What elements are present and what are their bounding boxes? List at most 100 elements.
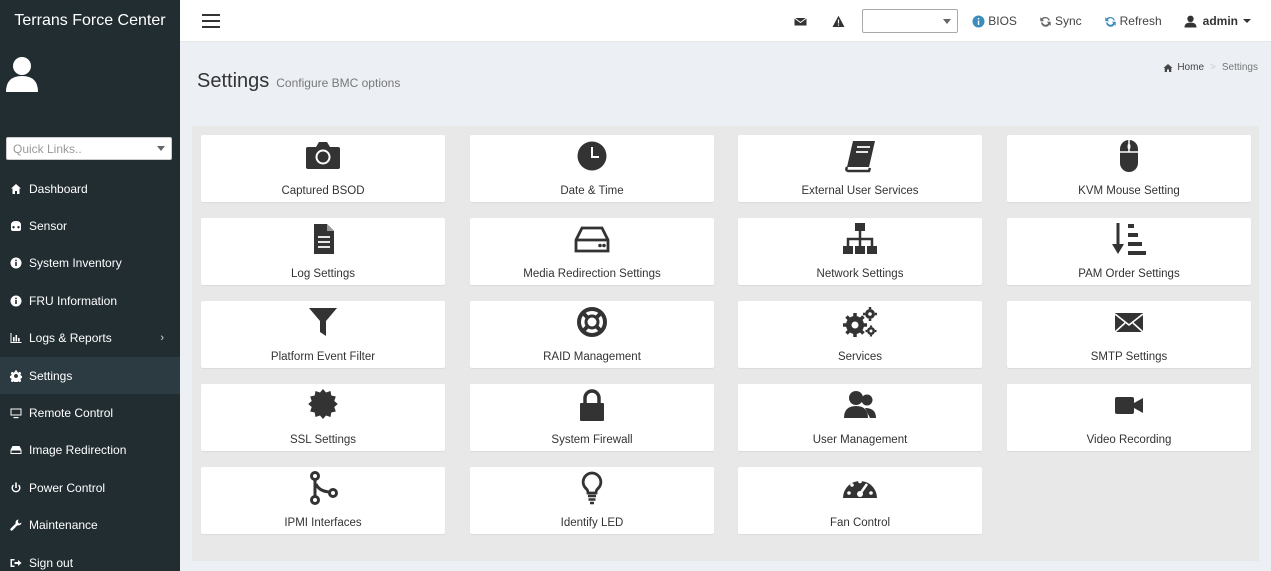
quick-links-placeholder: Quick Links.. bbox=[13, 141, 82, 156]
file-text-icon bbox=[314, 224, 334, 254]
tile-network-settings[interactable]: Network Settings bbox=[738, 218, 982, 285]
user-panel bbox=[0, 42, 180, 137]
lightbulb-icon bbox=[581, 471, 603, 505]
tile-label: Date & Time bbox=[560, 185, 624, 197]
page-subtitle: Configure BMC options bbox=[276, 76, 401, 90]
bios-button[interactable]: BIOS bbox=[972, 14, 1017, 28]
hamburger-menu-icon[interactable] bbox=[202, 14, 220, 28]
sidebar-item-sensor[interactable]: Sensor bbox=[0, 207, 180, 244]
user-menu[interactable]: admin bbox=[1184, 14, 1251, 28]
tile-identify-led[interactable]: Identify LED bbox=[470, 467, 714, 534]
sidebar-item-maintenance[interactable]: Maintenance bbox=[0, 507, 180, 544]
breadcrumb-separator: > bbox=[1210, 62, 1216, 73]
chevron-down-icon bbox=[943, 19, 952, 24]
sidebar-item-sign-out[interactable]: Sign out bbox=[0, 544, 180, 571]
host-select[interactable] bbox=[862, 9, 959, 33]
sidebar-item-label: Sensor bbox=[29, 219, 68, 234]
breadcrumb-home-link[interactable]: Home bbox=[1177, 62, 1204, 73]
tile-date-time[interactable]: Date & Time bbox=[470, 135, 714, 202]
tile-media-redirection-settings[interactable]: Media Redirection Settings bbox=[470, 218, 714, 285]
tile-label: User Management bbox=[812, 434, 908, 446]
tile-ssl-settings[interactable]: SSL Settings bbox=[201, 384, 445, 451]
sidebar: Terrans Force Center Quick Links.. Dashb… bbox=[0, 0, 180, 571]
filter-icon bbox=[309, 308, 337, 336]
tile-captured-bsod[interactable]: Captured BSOD bbox=[201, 135, 445, 202]
tile-label: RAID Management bbox=[543, 351, 641, 363]
dashboard-icon bbox=[9, 182, 23, 196]
tile-pam-order-settings[interactable]: PAM Order Settings bbox=[1007, 218, 1251, 285]
breadcrumb: Home > Settings bbox=[1163, 62, 1258, 73]
tile-label: KVM Mouse Setting bbox=[1078, 185, 1180, 197]
sync-button[interactable]: Sync bbox=[1039, 14, 1082, 28]
video-camera-icon bbox=[1115, 397, 1143, 414]
quick-links-select[interactable]: Quick Links.. bbox=[6, 137, 172, 160]
home-icon bbox=[1163, 63, 1173, 72]
app-title[interactable]: Terrans Force Center bbox=[0, 0, 180, 42]
alerts-button[interactable] bbox=[832, 15, 848, 28]
tile-label: Services bbox=[837, 351, 883, 363]
sync-icon bbox=[1040, 16, 1051, 27]
sidebar-item-dashboard[interactable]: Dashboard bbox=[0, 170, 180, 207]
tile-user-management[interactable]: User Management bbox=[738, 384, 982, 451]
chevron-down-icon bbox=[1243, 19, 1251, 23]
cogs-icon bbox=[843, 307, 877, 337]
sidebar-item-settings[interactable]: Settings bbox=[0, 356, 180, 395]
wrench-icon bbox=[9, 518, 23, 532]
page-title: Settings bbox=[197, 70, 270, 92]
monitor-icon bbox=[9, 406, 23, 420]
sidebar-item-logs-reports[interactable]: Logs & Reports › bbox=[0, 320, 180, 357]
code-fork-icon bbox=[310, 471, 338, 505]
info-icon bbox=[9, 256, 23, 270]
user-label: admin bbox=[1202, 14, 1238, 28]
tachometer-icon bbox=[843, 479, 877, 498]
tile-smtp-settings[interactable]: SMTP Settings bbox=[1007, 301, 1251, 368]
life-ring-icon bbox=[577, 307, 607, 337]
tile-label: Fan Control bbox=[829, 517, 891, 529]
users-icon bbox=[844, 391, 876, 418]
tile-services[interactable]: Services bbox=[738, 301, 982, 368]
power-icon bbox=[9, 481, 23, 495]
sort-amount-icon bbox=[1112, 223, 1146, 255]
top-navbar: BIOS Sync Refresh admin bbox=[180, 0, 1271, 42]
tile-label: IPMI Interfaces bbox=[284, 517, 362, 529]
messages-button[interactable] bbox=[794, 15, 810, 28]
bios-label: BIOS bbox=[988, 14, 1017, 28]
sidebar-item-label: Maintenance bbox=[29, 518, 98, 533]
sidebar-item-image-redirection[interactable]: Image Redirection bbox=[0, 432, 180, 469]
chevron-right-icon: › bbox=[160, 331, 164, 344]
tile-platform-event-filter[interactable]: Platform Event Filter bbox=[201, 301, 445, 368]
tile-label: Log Settings bbox=[291, 268, 355, 280]
tile-kvm-mouse-setting[interactable]: KVM Mouse Setting bbox=[1007, 135, 1251, 202]
tile-label: Identify LED bbox=[560, 517, 624, 529]
hdd-icon bbox=[574, 226, 610, 253]
sidebar-item-system-inventory[interactable]: System Inventory bbox=[0, 245, 180, 282]
tile-raid-management[interactable]: RAID Management bbox=[470, 301, 714, 368]
sidebar-item-label: Image Redirection bbox=[29, 443, 127, 458]
tile-ipmi-interfaces[interactable]: IPMI Interfaces bbox=[201, 467, 445, 534]
refresh-button[interactable]: Refresh bbox=[1104, 14, 1162, 28]
envelope-icon bbox=[794, 17, 808, 25]
tile-label: Media Redirection Settings bbox=[523, 268, 661, 280]
quick-links: Quick Links.. bbox=[0, 137, 180, 170]
tile-label: Captured BSOD bbox=[281, 185, 365, 197]
sidebar-item-power-control[interactable]: Power Control bbox=[0, 469, 180, 506]
tile-label: SSL Settings bbox=[289, 434, 357, 446]
tile-fan-control[interactable]: Fan Control bbox=[738, 467, 982, 534]
tile-video-recording[interactable]: Video Recording bbox=[1007, 384, 1251, 451]
tile-label: SMTP Settings bbox=[1090, 351, 1168, 363]
tile-external-user-services[interactable]: External User Services bbox=[738, 135, 982, 202]
sign-out-icon bbox=[9, 556, 23, 570]
certificate-icon bbox=[308, 389, 338, 419]
content-header: Settings Configure BMC options bbox=[197, 70, 400, 93]
user-icon bbox=[1184, 15, 1197, 27]
sync-label: Sync bbox=[1054, 14, 1082, 28]
tile-log-settings[interactable]: Log Settings bbox=[201, 218, 445, 285]
sidebar-item-fru-information[interactable]: FRU Information bbox=[0, 282, 180, 319]
sidebar-item-remote-control[interactable]: Remote Control bbox=[0, 394, 180, 431]
sidebar-item-label: FRU Information bbox=[29, 293, 118, 308]
tile-system-firewall[interactable]: System Firewall bbox=[470, 384, 714, 451]
book-icon bbox=[845, 141, 875, 173]
sidebar-item-label: Power Control bbox=[29, 480, 106, 495]
user-avatar-icon bbox=[6, 57, 38, 92]
settings-grid: Captured BSOD Date & Time External User … bbox=[192, 126, 1259, 561]
